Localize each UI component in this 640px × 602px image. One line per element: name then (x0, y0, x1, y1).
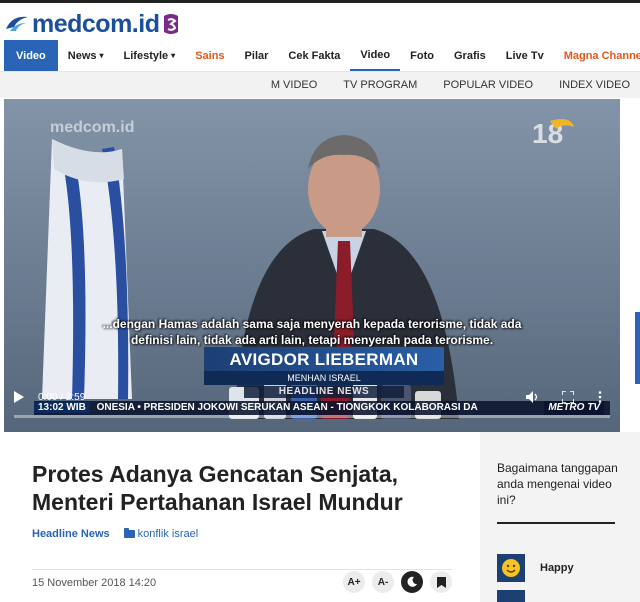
divider (32, 569, 452, 570)
bookmark-button[interactable] (430, 571, 452, 593)
channel-name: METRO TV (544, 401, 604, 415)
font-increase-button[interactable]: A+ (343, 571, 365, 593)
headline-news-label: HEADLINE NEWS (244, 386, 404, 398)
video-subtitle-line1: ...dengan Hamas adalah sama saja menyera… (102, 317, 522, 331)
bookmark-icon (436, 576, 446, 588)
nav-label: Cek Fakta (288, 49, 341, 62)
nav-label: Pilar (244, 49, 269, 62)
volume-icon[interactable] (526, 391, 538, 403)
logo-mark-icon (6, 16, 28, 31)
video-time: 0:00 / 2:59 (38, 392, 86, 403)
nav-item-lifestyle[interactable]: Lifestyle ▾ (114, 40, 186, 71)
nav-label: Grafis (453, 49, 486, 62)
side-accent-bar (635, 312, 640, 384)
nav-item-cek-fakta[interactable]: Cek Fakta (278, 40, 350, 71)
nav-label: Video (16, 49, 46, 62)
logo-badge-icon (164, 14, 179, 34)
nav-item-news[interactable]: News ▾ (58, 40, 114, 71)
poll-divider (497, 522, 615, 524)
moon-icon (407, 576, 417, 587)
nav-label: Sains (195, 49, 225, 62)
video-subtitle-line2: definisi lain, tidak ada arti lain, teta… (130, 333, 494, 347)
fullscreen-icon[interactable] (562, 391, 574, 403)
dark-mode-button[interactable] (401, 571, 423, 593)
reaction-happy-button[interactable] (497, 554, 525, 582)
topic-link[interactable]: konflik israel (138, 528, 199, 540)
reaction-happy-label: Happy (540, 562, 574, 574)
chevron-down-icon: ▾ (99, 51, 104, 60)
publish-date: 15 November 2018 14:20 (32, 577, 157, 589)
header-bar: medcom.id (0, 0, 640, 40)
reaction-next-button[interactable] (497, 590, 525, 602)
video-player[interactable]: medcom.id 18 ...dengan Hamas adalah sama… (4, 99, 620, 432)
nav-label: News (67, 49, 97, 62)
chevron-down-icon: ▾ (171, 51, 176, 60)
nav-item-live-tv[interactable]: Live Tv (496, 40, 554, 71)
subnav-item-popular-video[interactable]: POPULAR VIDEO (443, 79, 533, 91)
nav-item-magna-channel[interactable]: Magna Channel (554, 40, 640, 71)
subnav-item-m-video[interactable]: M VIDEO (271, 79, 317, 91)
nav-item-foto[interactable]: Foto (400, 40, 444, 71)
category-link[interactable]: Headline News (32, 528, 110, 540)
article-tags: Headline News konflik israel (32, 528, 198, 540)
more-options-icon[interactable] (598, 391, 602, 403)
channel-logo-icon: 18 (532, 118, 574, 149)
nav-item-sains[interactable]: Sains (185, 40, 234, 71)
video-subnav: M VIDEO TV PROGRAM POPULAR VIDEO INDEX V… (0, 72, 640, 98)
main-nav: Video News ▾ Lifestyle ▾ Sains Pilar Cek F… (0, 40, 640, 72)
ticker-time: 13:02 WIB (34, 402, 90, 413)
video-watermark: medcom.id (50, 119, 135, 136)
ticker-text: ONESIA • PRESIDEN JOKOWI SERUKAN ASEAN -… (96, 402, 478, 413)
article-title: Protes Adanya Gencatan Senjata, Menteri … (32, 461, 403, 515)
video-progress-bar[interactable] (14, 415, 610, 418)
smile-icon (502, 559, 520, 577)
lower-third: AVIGDOR LIEBERMAN MENHAN ISRAEL (204, 347, 444, 385)
speaker-name: AVIGDOR LIEBERMAN (204, 347, 444, 371)
nav-item-video-home[interactable]: Video (4, 40, 58, 71)
nav-label: Foto (410, 49, 434, 62)
logo-text: medcom.id (32, 9, 160, 38)
nav-label: Lifestyle (123, 49, 169, 62)
article-tools: A+ A- (336, 571, 452, 593)
news-ticker: 13:02 WIB ONESIA • PRESIDEN JOKOWI SERUK… (34, 401, 610, 415)
nav-item-pilar[interactable]: Pilar (235, 40, 279, 71)
subnav-item-index-video[interactable]: INDEX VIDEO (559, 79, 630, 91)
poll-question: Bagaimana tanggapan anda mengenai video … (497, 461, 618, 507)
font-decrease-button[interactable]: A- (372, 571, 394, 593)
nav-label: Live Tv (505, 49, 544, 62)
folder-icon (123, 528, 135, 538)
nav-label: Video (360, 48, 391, 61)
subnav-item-tv-program[interactable]: TV PROGRAM (343, 79, 417, 91)
site-logo[interactable]: medcom.id (4, 9, 180, 39)
israel-flag (42, 139, 132, 399)
speaker-role: MENHAN ISRAEL (204, 371, 444, 385)
nav-label: Magna Channel (563, 49, 640, 62)
nav-item-video[interactable]: Video (350, 40, 401, 71)
nav-item-grafis[interactable]: Grafis (444, 40, 496, 71)
play-icon[interactable] (14, 391, 24, 403)
